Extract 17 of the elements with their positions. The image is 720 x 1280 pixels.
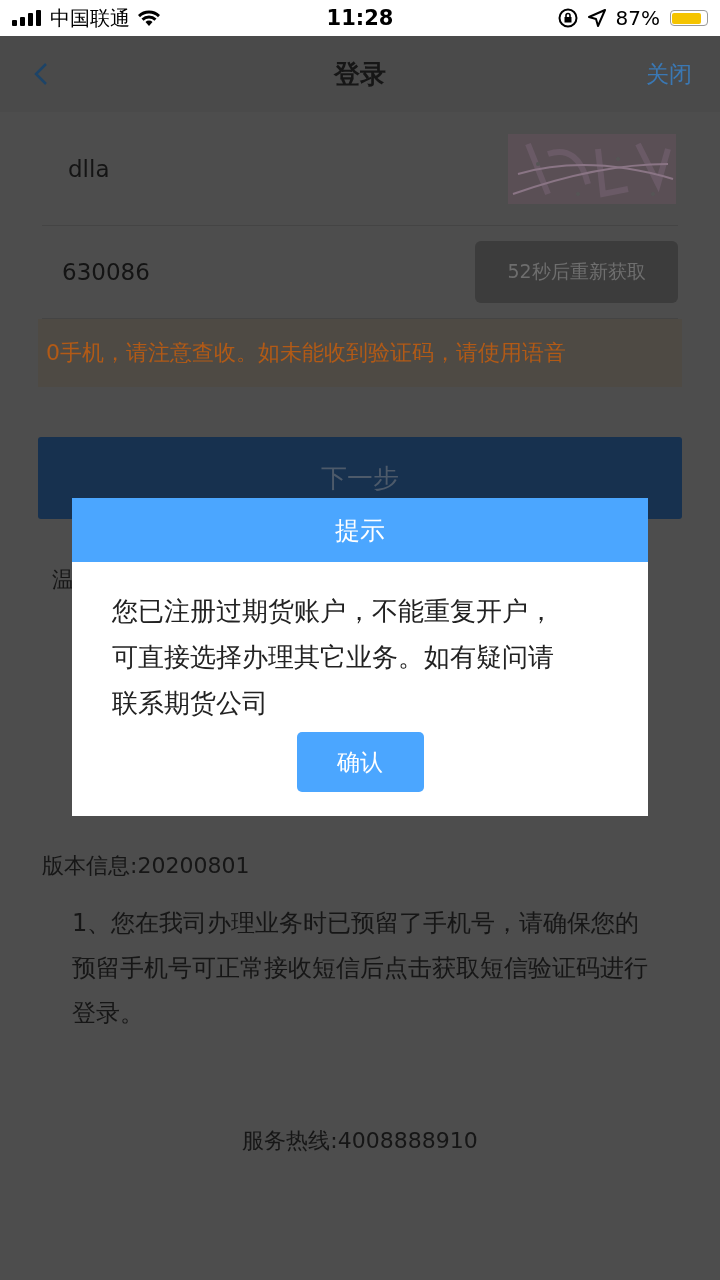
carrier-name: 中国联通 (50, 4, 130, 32)
tips-heading: 温 (52, 566, 75, 594)
sms-code-input[interactable]: 630086 (62, 259, 182, 285)
clock-time: 11:28 (326, 6, 394, 30)
hotline-text: 服务热线:4008888910 (241, 1127, 479, 1155)
battery-icon (670, 10, 708, 26)
notice-text: 0手机，请注意查收。如未能收到验证码，请使用语音 (46, 339, 566, 367)
dialog-message: 您已注册过期货账户，不能重复开户，可直接选择办理其它业务。如有疑问请联系期货公司 (112, 595, 555, 720)
battery-percent: 87% (615, 6, 660, 30)
close-button[interactable]: 关闭 (646, 58, 692, 90)
confirm-button[interactable]: 确认 (296, 732, 424, 792)
signal-icon (12, 10, 42, 26)
rotation-lock-icon (557, 8, 578, 28)
location-arrow-icon (587, 9, 606, 27)
captcha-input[interactable]: dlla (68, 155, 188, 182)
wifi-icon (138, 10, 160, 26)
back-icon[interactable] (34, 62, 48, 86)
